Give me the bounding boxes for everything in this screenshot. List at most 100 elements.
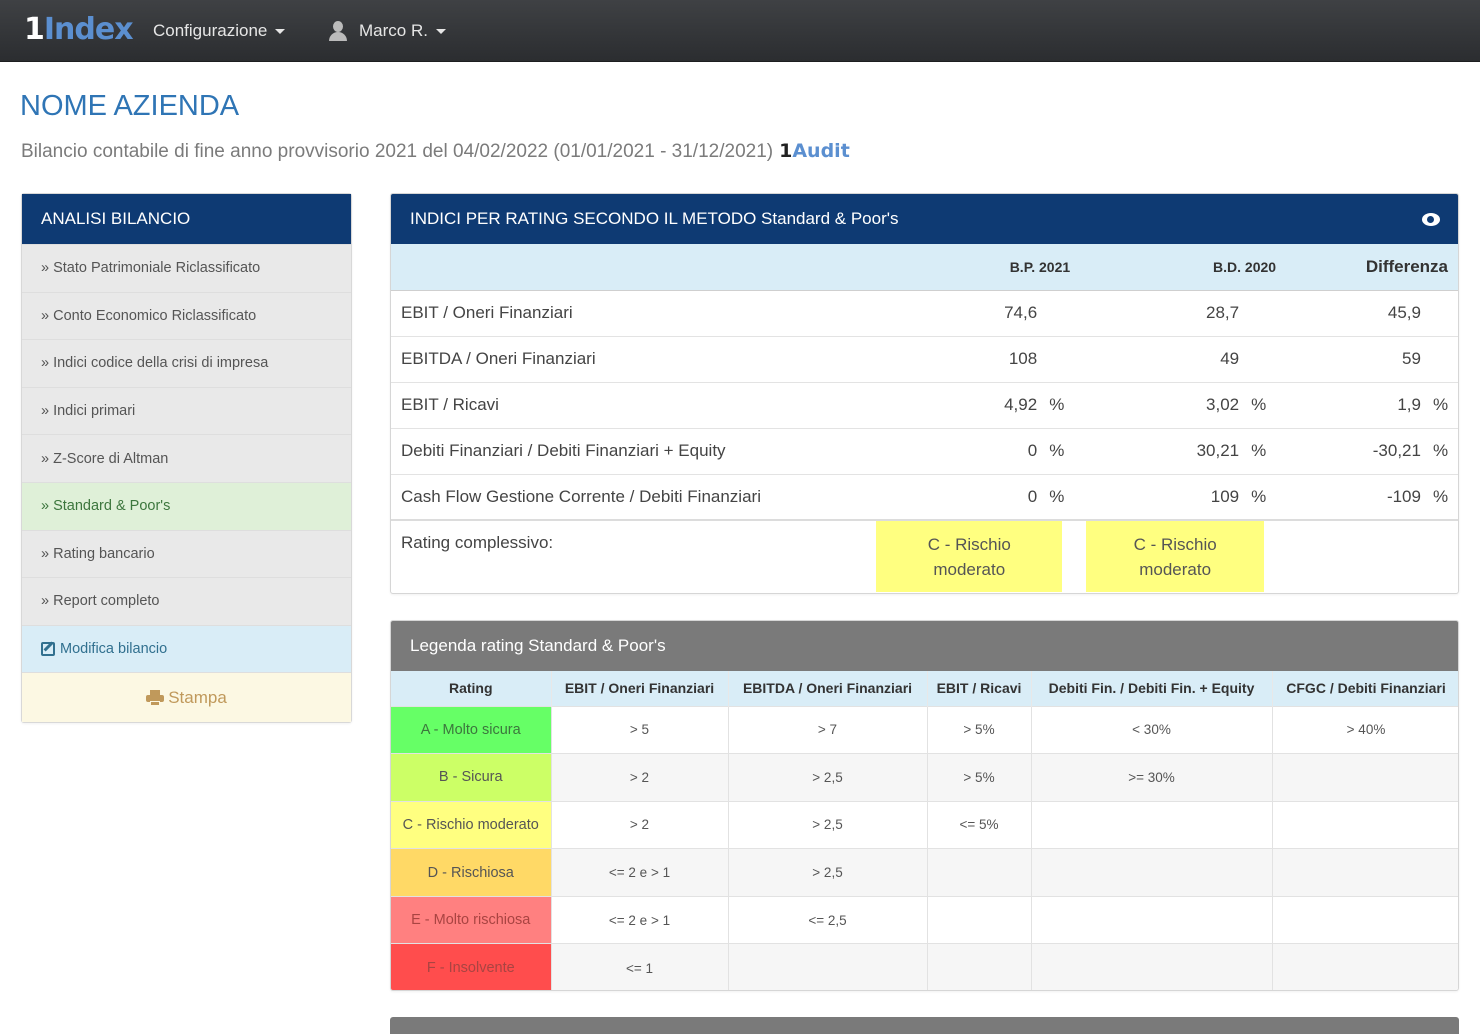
legend-row: C - Rischio moderato > 2 > 2,5 <= 5% — [391, 800, 1458, 849]
overall-rating-label: Rating complessivo: — [391, 519, 861, 592]
ratio-unit-bd — [1239, 335, 1289, 382]
ratio-value-diff: 1,9 — [1288, 381, 1421, 428]
legend-rating-label: F - Insolvente — [391, 943, 552, 990]
ratio-value-bd: 3,02 — [1086, 381, 1240, 428]
sidebar-item-report-completo[interactable]: » Report completo — [22, 577, 351, 625]
sidebar-item-indici-primari[interactable]: » Indici primari — [22, 386, 351, 435]
legend-threshold-cell: <= 1 — [551, 943, 729, 990]
legend-table: Rating EBIT / Oneri Finanziari EBITDA / On… — [391, 671, 1458, 990]
ratio-unit-bd: % — [1239, 427, 1289, 474]
legend-threshold-cell — [1272, 753, 1458, 802]
edit-balance-link[interactable]: Modifica bilancio — [22, 624, 351, 673]
top-navbar: 1 Index Configurazione Marco R. — [0, 0, 1480, 62]
ratio-label: EBIT / Oneri Finanziari — [391, 289, 861, 336]
legend-threshold-cell — [927, 895, 1032, 944]
ratio-unit-diff — [1420, 289, 1458, 336]
user-menu[interactable]: Marco R. — [329, 18, 446, 44]
legend-column-header: Rating — [391, 671, 552, 706]
legend-threshold-cell: > 5% — [927, 705, 1032, 754]
ratio-value-bd: 49 — [1086, 335, 1240, 382]
audit-logo-number: 1 — [779, 140, 793, 162]
legend-threshold-cell — [927, 943, 1032, 990]
ratio-value-diff: 59 — [1288, 335, 1421, 382]
legend-threshold-cell: <= 5% — [927, 800, 1032, 849]
legend-column-header: EBIT / Oneri Finanziari — [551, 671, 729, 706]
legend-rating-label: C - Rischio moderato — [391, 800, 552, 849]
ratio-value-bp: 74,6 — [860, 289, 1038, 336]
ratio-row: EBITDA / Oneri Finanziari 108 49 59 — [391, 335, 1458, 382]
sidebar-item-indici-crisi[interactable]: » Indici codice della crisi di impresa — [22, 339, 351, 387]
print-button[interactable]: Stampa — [22, 672, 351, 723]
legend-threshold-cell — [728, 943, 928, 990]
ratios-header-empty — [391, 244, 861, 290]
legend-threshold-cell: > 40% — [1272, 705, 1458, 754]
ratios-header-row: B.P. 2021 B.D. 2020 Differenza — [391, 244, 1458, 290]
overall-rating-bp: C - Rischio moderato — [876, 521, 1063, 592]
column-header-bp-2021: B.P. 2021 — [860, 244, 1087, 290]
legend-panel: Legenda rating Standard & Poor's Rating E… — [390, 620, 1459, 991]
overall-rating-diff-cell — [1288, 519, 1458, 592]
legend-threshold-cell: > 2,5 — [728, 800, 928, 849]
legend-threshold-cell: >= 30% — [1031, 753, 1273, 802]
ratio-row: Cash Flow Gestione Corrente / Debiti Fin… — [391, 473, 1458, 520]
legend-threshold-cell: <= 2 e > 1 — [551, 895, 729, 944]
overall-rating-bd-cell: C - Rischio moderato — [1086, 519, 1289, 592]
legend-threshold-cell: > 2,5 — [728, 848, 928, 897]
legend-threshold-cell — [1272, 895, 1458, 944]
ratios-panel: INDICI PER RATING SECONDO IL METODO Stan… — [390, 193, 1459, 594]
ratios-table: B.P. 2021 B.D. 2020 Differenza EBIT / On… — [391, 244, 1458, 592]
eye-icon[interactable] — [1422, 212, 1440, 226]
sidebar-item-conto-economico[interactable]: » Conto Economico Riclassificato — [22, 291, 351, 340]
legend-threshold-cell: > 2 — [551, 753, 729, 802]
ratio-unit-bp: % — [1037, 473, 1087, 520]
legend-row: B - Sicura > 2 > 2,5 > 5% >= 30% — [391, 753, 1458, 802]
legend-threshold-cell — [1272, 848, 1458, 897]
ratios-panel-title: INDICI PER RATING SECONDO IL METODO Stan… — [410, 209, 899, 228]
legend-rating-label: E - Molto rischiosa — [391, 895, 552, 944]
legend-threshold-cell: > 2,5 — [728, 753, 928, 802]
ratio-unit-bp — [1037, 289, 1087, 336]
sidebar-item-standard-poors[interactable]: » Standard & Poor's — [22, 481, 351, 530]
legend-column-header: Debiti Fin. / Debiti Fin. + Equity — [1031, 671, 1273, 706]
legend-threshold-cell: > 2 — [551, 800, 729, 849]
legend-column-header: CFGC / Debiti Finanziari — [1272, 671, 1458, 706]
ratio-value-bp: 108 — [860, 335, 1038, 382]
legend-threshold-cell — [1031, 943, 1273, 990]
printer-icon — [146, 689, 165, 706]
legend-column-header: EBITDA / Oneri Finanziari — [728, 671, 928, 706]
brand-logo-word: Index — [43, 12, 134, 47]
ratio-value-bp: 0 — [860, 473, 1038, 520]
sidebar-item-rating-bancario[interactable]: » Rating bancario — [22, 529, 351, 578]
ratio-label: EBITDA / Oneri Finanziari — [391, 335, 861, 382]
legend-threshold-cell: > 7 — [728, 705, 928, 754]
ratio-unit-bp: % — [1037, 427, 1087, 474]
ratio-row: EBIT / Oneri Finanziari 74,6 28,7 45,9 — [391, 289, 1458, 336]
ratio-value-diff: -30,21 — [1288, 427, 1421, 474]
legend-panel-title: Legenda rating Standard & Poor's — [391, 621, 1458, 671]
configurazione-menu[interactable]: Configurazione — [153, 18, 286, 44]
analysis-sidebar: ANALISI BILANCIO » Stato Patrimoniale Ri… — [21, 193, 352, 724]
ratio-value-diff: 45,9 — [1288, 289, 1421, 336]
legend-threshold-cell — [1272, 800, 1458, 849]
ratios-panel-header: INDICI PER RATING SECONDO IL METODO Stan… — [391, 194, 1458, 244]
page-title: NOME AZIENDA — [20, 90, 240, 122]
legend-rating-label: D - Rischiosa — [391, 848, 552, 897]
sidebar-item-stato-patrimoniale[interactable]: » Stato Patrimoniale Riclassificato — [22, 244, 351, 292]
page-subtitle: Bilancio contabile di fine anno provviso… — [21, 140, 850, 163]
user-menu-label: Marco R. — [359, 21, 428, 40]
ratio-unit-diff: % — [1420, 381, 1458, 428]
legend-row: F - Insolvente <= 1 — [391, 943, 1458, 990]
ratio-unit-diff: % — [1420, 473, 1458, 520]
configurazione-menu-label: Configurazione — [153, 21, 268, 40]
ratio-value-bd: 109 — [1086, 473, 1240, 520]
edit-balance-label: Modifica bilancio — [60, 641, 168, 658]
brand-logo[interactable]: 1 Index — [24, 12, 134, 50]
legend-threshold-cell — [1031, 848, 1273, 897]
user-icon — [329, 21, 347, 41]
ratio-label: EBIT / Ricavi — [391, 381, 861, 428]
legend-threshold-cell — [1031, 895, 1273, 944]
sidebar-item-z-score[interactable]: » Z-Score di Altman — [22, 434, 351, 482]
brand-logo-number: 1 — [24, 12, 45, 47]
legend-threshold-cell — [927, 848, 1032, 897]
column-header-bd-2020: B.D. 2020 — [1086, 244, 1289, 290]
